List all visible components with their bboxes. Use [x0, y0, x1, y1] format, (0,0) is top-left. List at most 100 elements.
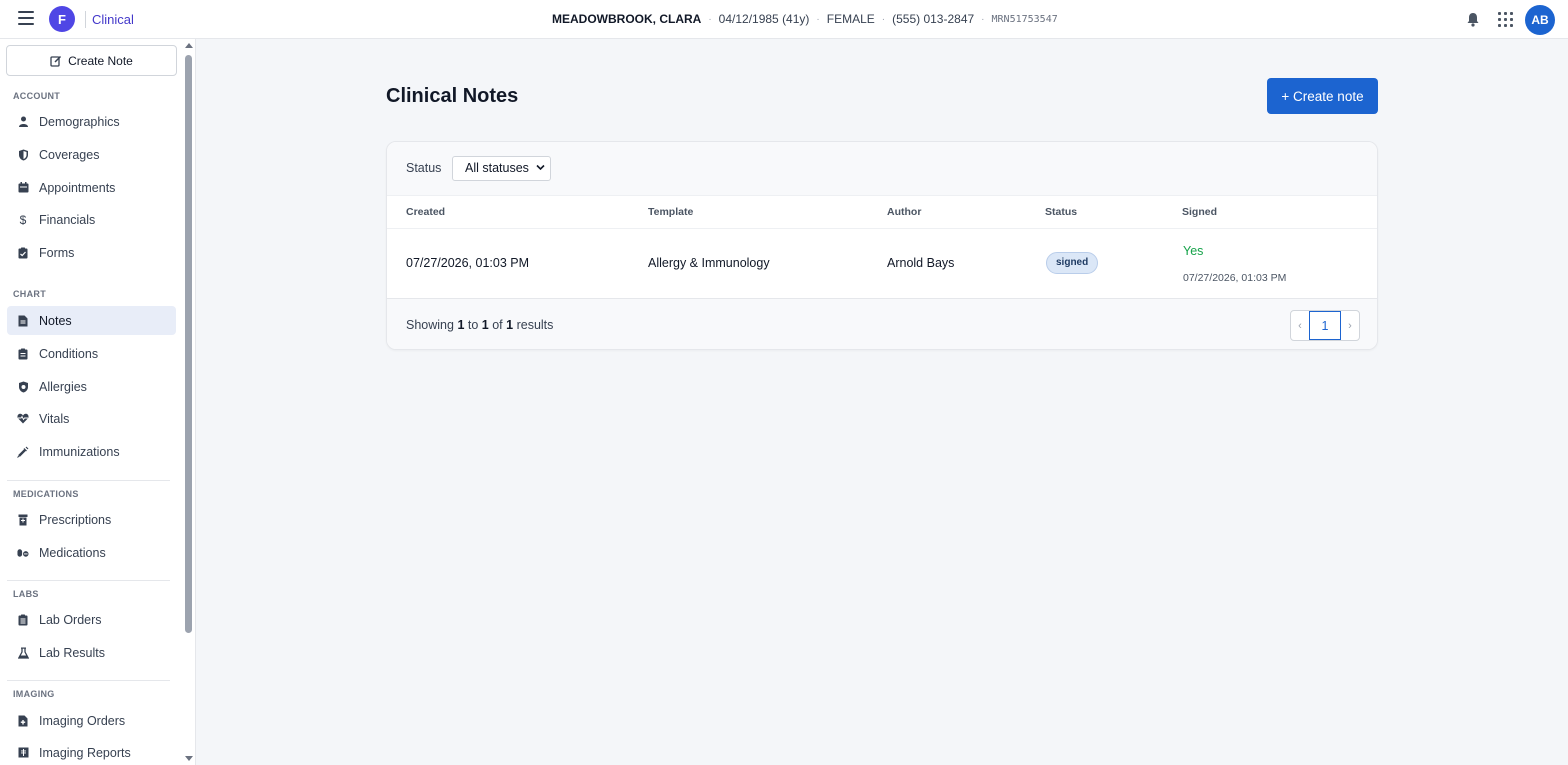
note-author: Arnold Bays: [887, 256, 955, 270]
sidebar-item-medications[interactable]: Medications: [7, 538, 176, 567]
shield-virus-icon: [17, 381, 29, 393]
sidebar-item-immunizations[interactable]: Immunizations: [7, 437, 176, 466]
sidebar-item-label: Vitals: [39, 411, 70, 426]
create-note-button[interactable]: + Create note: [1267, 78, 1378, 114]
sidebar-create-note-button[interactable]: Create Note: [6, 45, 177, 76]
apps-grid-icon[interactable]: [1498, 12, 1513, 27]
table-row[interactable]: 07/27/2026, 01:03 PM Allergy & Immunolog…: [387, 229, 1377, 298]
table-footer: Showing 1 to 1 of 1 results ‹ 1 ›: [387, 298, 1377, 349]
clipboard-list-icon: [17, 614, 29, 626]
shield-icon: [17, 149, 29, 161]
file-medical-icon: [17, 715, 29, 727]
column-header-signed[interactable]: Signed: [1182, 206, 1217, 218]
status-filter-select[interactable]: All statuses: [452, 156, 551, 181]
app-logo[interactable]: F: [49, 6, 75, 32]
calendar-icon: [17, 182, 29, 194]
pagination: ‹ 1 ›: [1290, 310, 1360, 341]
sidebar-item-financials[interactable]: $ Financials: [7, 205, 176, 234]
note-created: 07/27/2026, 01:03 PM: [406, 256, 530, 270]
top-bar: F Clinical MEADOWBROOK, CLARA · 04/12/19…: [0, 0, 1568, 39]
menu-icon[interactable]: [18, 11, 34, 27]
filter-bar: Status All statuses: [387, 142, 1377, 196]
nav-divider: [7, 580, 170, 581]
brand-divider: [85, 11, 86, 28]
results-total: 1: [506, 318, 514, 332]
status-filter-value: All statuses: [465, 161, 529, 175]
prescription-bottle-icon: [17, 514, 29, 526]
sidebar: Create Note ACCOUNT Demographics Coverag…: [0, 39, 196, 765]
scroll-down-arrow[interactable]: [185, 756, 193, 761]
section-label-chart: CHART: [13, 289, 46, 299]
sidebar-item-coverages[interactable]: Coverages: [7, 140, 176, 169]
sidebar-item-label: Prescriptions: [39, 512, 112, 527]
column-header-template[interactable]: Template: [648, 206, 693, 218]
separator: ·: [881, 13, 886, 25]
column-header-status[interactable]: Status: [1045, 206, 1077, 218]
sidebar-item-demographics[interactable]: Demographics: [7, 107, 176, 136]
syringe-icon: [17, 446, 29, 458]
prev-page-button[interactable]: ‹: [1291, 311, 1309, 340]
sidebar-item-label: Imaging Orders: [39, 713, 126, 728]
flask-icon: [17, 647, 29, 659]
document-icon: [17, 315, 29, 327]
clipboard-check-icon: [17, 247, 29, 259]
sidebar-item-label: Allergies: [39, 379, 87, 394]
sidebar-item-label: Notes: [39, 313, 72, 328]
separator: ·: [816, 13, 820, 25]
patient-banner: MEADOWBROOK, CLARA · 04/12/1985 (41y) · …: [552, 12, 1058, 26]
scroll-thumb[interactable]: [185, 55, 192, 633]
column-header-author[interactable]: Author: [887, 206, 921, 218]
signed-timestamp: 07/27/2026, 01:03 PM: [1183, 272, 1287, 284]
create-note-label: Create Note: [68, 53, 133, 68]
sidebar-item-imaging-reports[interactable]: Imaging Reports: [7, 738, 176, 765]
sidebar-scrollbar[interactable]: [184, 43, 194, 763]
results-from: 1: [457, 318, 465, 332]
sidebar-item-appointments[interactable]: Appointments: [7, 173, 176, 202]
sidebar-item-forms[interactable]: Forms: [7, 238, 176, 267]
clipboard-icon: [17, 348, 29, 360]
patient-sex: FEMALE: [826, 12, 875, 26]
patient-dob: 04/12/1985 (41y): [718, 12, 810, 26]
dollar-icon: $: [19, 212, 27, 227]
sidebar-item-notes[interactable]: Notes: [7, 306, 176, 335]
status-filter-label: Status: [406, 161, 442, 175]
sidebar-item-label: Conditions: [39, 346, 99, 361]
results-to-word: to: [467, 318, 479, 332]
sidebar-item-conditions[interactable]: Conditions: [7, 339, 176, 368]
sidebar-item-label: Financials: [39, 212, 96, 227]
sidebar-item-imaging-orders[interactable]: Imaging Orders: [7, 706, 176, 735]
separator: ·: [708, 13, 712, 25]
scroll-up-arrow[interactable]: [185, 43, 193, 48]
section-label-account: ACCOUNT: [13, 91, 61, 101]
note-template: Allergy & Immunology: [648, 256, 770, 270]
sidebar-item-label: Demographics: [39, 114, 120, 129]
next-page-button[interactable]: ›: [1341, 311, 1359, 340]
sidebar-item-allergies[interactable]: Allergies: [7, 372, 176, 401]
notes-card: Status All statuses Created Template Aut…: [386, 141, 1378, 350]
results-to: 1: [481, 318, 489, 332]
sidebar-item-label: Forms: [39, 245, 75, 260]
sidebar-item-lab-results[interactable]: Lab Results: [7, 638, 176, 667]
sidebar-item-label: Lab Results: [39, 645, 106, 660]
patient-phone: (555) 013-2847: [892, 12, 975, 26]
x-ray-icon: [17, 747, 29, 759]
user-avatar[interactable]: AB: [1525, 5, 1555, 35]
section-label-labs: LABS: [13, 589, 39, 599]
nav-divider: [7, 680, 170, 681]
results-prefix: Showing: [406, 318, 454, 332]
person-icon: [17, 116, 29, 128]
brand-name[interactable]: Clinical: [92, 12, 134, 27]
results-of-word: of: [492, 318, 503, 332]
column-header-created[interactable]: Created: [406, 206, 445, 218]
sidebar-item-label: Medications: [39, 545, 106, 560]
patient-name: MEADOWBROOK, CLARA: [552, 12, 702, 26]
signed-value: Yes: [1183, 244, 1204, 258]
nav-divider: [7, 480, 170, 481]
sidebar-item-prescriptions[interactable]: Prescriptions: [7, 505, 176, 534]
sidebar-item-vitals[interactable]: Vitals: [7, 404, 176, 433]
section-label-imaging: IMAGING: [13, 689, 55, 699]
section-label-medications: MEDICATIONS: [13, 489, 79, 499]
sidebar-item-lab-orders[interactable]: Lab Orders: [7, 605, 176, 634]
page-1-button[interactable]: 1: [1309, 311, 1341, 340]
bell-icon[interactable]: [1466, 12, 1480, 27]
